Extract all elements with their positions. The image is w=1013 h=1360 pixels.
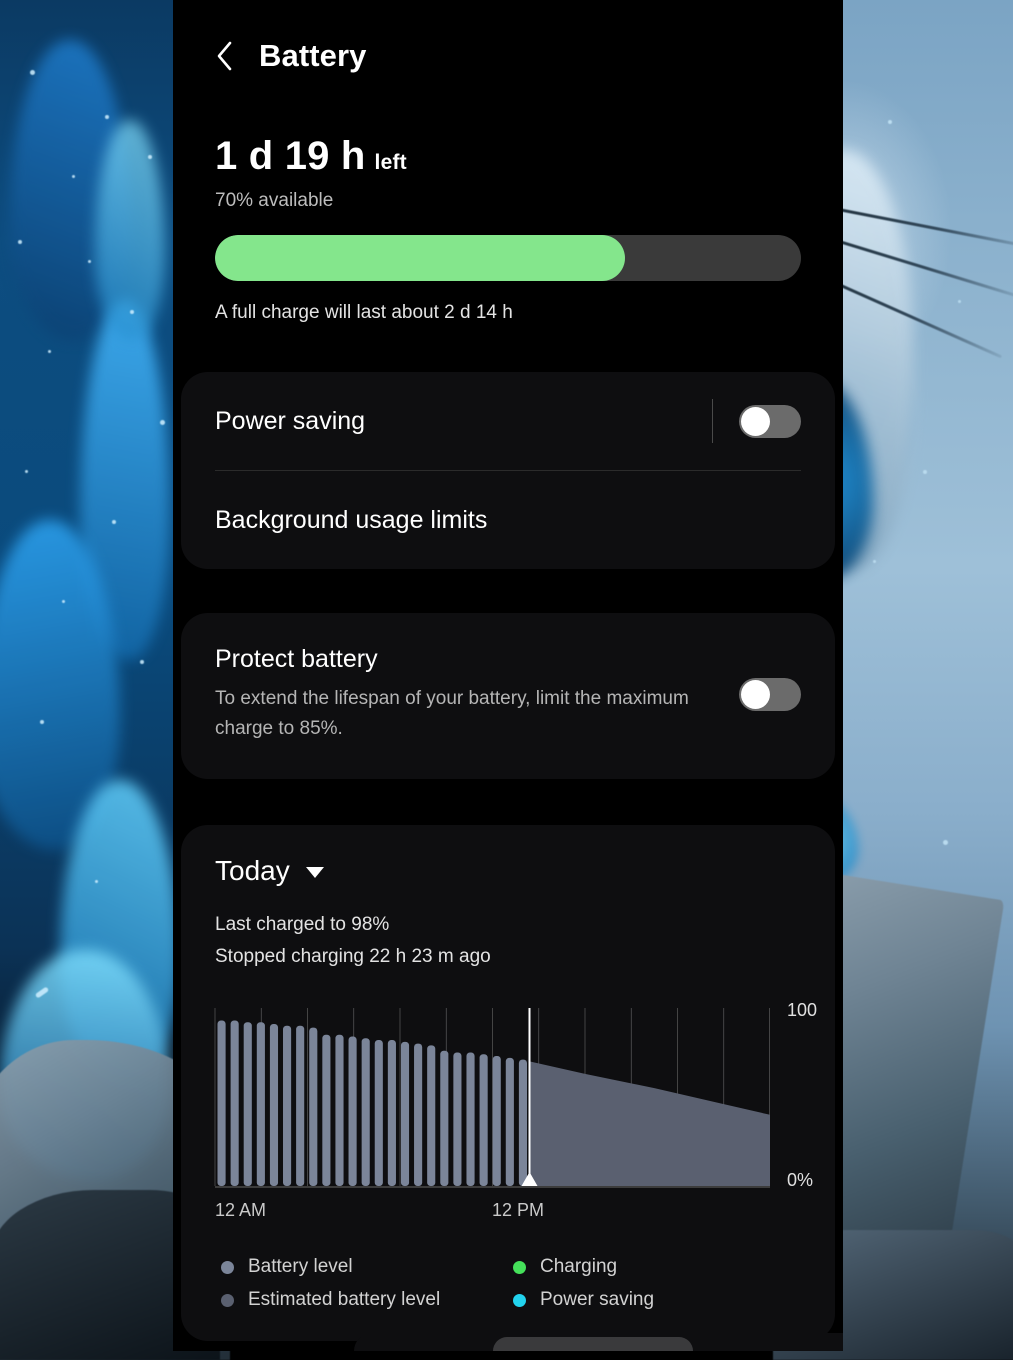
- chart-x-tick-1: 12 PM: [492, 1200, 544, 1221]
- battery-level-bar: [215, 235, 801, 281]
- chart-bar: [322, 1035, 330, 1186]
- battery-history-card: Today Last charged to 98% Stopped chargi…: [181, 825, 835, 1341]
- legend-item-power-saving: Power saving: [513, 1289, 801, 1311]
- legend-dot-charging: [513, 1261, 526, 1274]
- full-charge-note: A full charge will last about 2 d 14 h: [215, 302, 801, 324]
- chart-bar: [244, 1022, 252, 1186]
- chart-bar: [480, 1054, 488, 1186]
- chart-bar: [257, 1022, 265, 1186]
- legend-label-battery-level: Battery level: [248, 1256, 353, 1278]
- battery-level-bar-fill: [215, 235, 625, 281]
- battery-settings-screen: Battery 1 d 19 h left 70% available A fu…: [173, 0, 843, 1351]
- back-navigation-icon[interactable]: [211, 39, 237, 73]
- chart-x-axis: [215, 1186, 770, 1188]
- chart-y-tick-top: 100: [787, 1000, 817, 1021]
- chart-bar: [217, 1021, 225, 1187]
- battery-available-text: 70% available: [215, 190, 801, 212]
- period-selector[interactable]: Today: [181, 855, 835, 887]
- chart-bar: [427, 1046, 435, 1187]
- chart-bar: [270, 1024, 278, 1186]
- chart-bar: [362, 1038, 370, 1186]
- chart-bar: [388, 1040, 396, 1186]
- protect-battery-card[interactable]: Protect battery To extend the lifespan o…: [181, 613, 835, 779]
- chart-y-tick-bottom: 0%: [787, 1170, 813, 1191]
- legend-item-charging: Charging: [513, 1256, 801, 1278]
- chart-x-ticks: 12 AM 12 PM: [215, 1200, 770, 1226]
- toggle-divider: [712, 399, 713, 443]
- stopped-charging-text: Stopped charging 22 h 23 m ago: [215, 941, 801, 974]
- period-selector-label: Today: [215, 855, 290, 887]
- protect-battery-text: Protect battery To extend the lifespan o…: [215, 645, 739, 745]
- wallpaper-right: [813, 0, 1013, 1351]
- time-remaining-suffix: left: [375, 151, 407, 175]
- chart-bar: [414, 1044, 422, 1186]
- background-usage-limits-row[interactable]: Background usage limits: [181, 471, 835, 569]
- battery-summary: 1 d 19 h left 70% available A full charg…: [173, 74, 843, 324]
- chart-bar: [231, 1021, 239, 1187]
- chart-bar: [453, 1053, 461, 1187]
- protect-battery-description: To extend the lifespan of your battery, …: [215, 684, 705, 745]
- chart-legend: Battery level Charging Estimated battery…: [181, 1222, 835, 1311]
- chart-bar: [349, 1037, 357, 1187]
- chart-bar: [493, 1056, 501, 1186]
- power-saving-toggle-knob: [741, 407, 770, 436]
- chart-bar: [375, 1040, 383, 1186]
- navigation-handle: [493, 1337, 693, 1351]
- protect-battery-toggle-knob: [741, 680, 770, 709]
- page-title: Battery: [259, 38, 367, 74]
- legend-item-battery-level: Battery level: [221, 1256, 513, 1278]
- chart-bar: [283, 1026, 291, 1186]
- chart-estimated-area: [530, 1062, 771, 1187]
- legend-dot-estimated: [221, 1294, 234, 1307]
- chevron-down-icon: [306, 867, 324, 878]
- charge-info: Last charged to 98% Stopped charging 22 …: [181, 887, 835, 974]
- power-settings-card: Power saving Background usage limits: [181, 372, 835, 569]
- chart-bar: [440, 1051, 448, 1186]
- protect-battery-title: Protect battery: [215, 645, 719, 674]
- battery-history-chart: 100 0% 12 AM 12 PM: [215, 1008, 801, 1222]
- power-saving-toggle[interactable]: [739, 405, 801, 438]
- screen-header: Battery: [173, 0, 843, 74]
- last-charged-text: Last charged to 98%: [215, 909, 801, 942]
- power-saving-row[interactable]: Power saving: [181, 372, 835, 470]
- protect-battery-toggle[interactable]: [739, 678, 801, 711]
- battery-chart-plot: [215, 1008, 770, 1186]
- legend-dot-power-saving: [513, 1294, 526, 1307]
- legend-label-power-saving: Power saving: [540, 1289, 654, 1311]
- power-saving-label: Power saving: [215, 407, 712, 436]
- chart-bar: [401, 1042, 409, 1186]
- time-remaining-value: 1 d 19 h: [215, 134, 366, 179]
- chart-bar: [506, 1058, 514, 1186]
- legend-label-charging: Charging: [540, 1256, 617, 1278]
- wallpaper-left: [0, 0, 200, 1351]
- legend-label-estimated: Estimated battery level: [248, 1289, 440, 1311]
- legend-item-estimated-battery-level: Estimated battery level: [221, 1289, 513, 1311]
- chart-bar: [296, 1026, 304, 1186]
- chart-bar: [309, 1028, 317, 1186]
- chart-bar: [519, 1060, 527, 1186]
- chart-bar: [335, 1035, 343, 1186]
- time-remaining: 1 d 19 h left: [215, 134, 801, 179]
- protect-battery-row: Protect battery To extend the lifespan o…: [181, 613, 835, 779]
- chart-x-tick-0: 12 AM: [215, 1200, 266, 1221]
- chart-bar: [466, 1053, 474, 1187]
- legend-dot-battery-level: [221, 1261, 234, 1274]
- background-usage-limits-label: Background usage limits: [215, 506, 801, 535]
